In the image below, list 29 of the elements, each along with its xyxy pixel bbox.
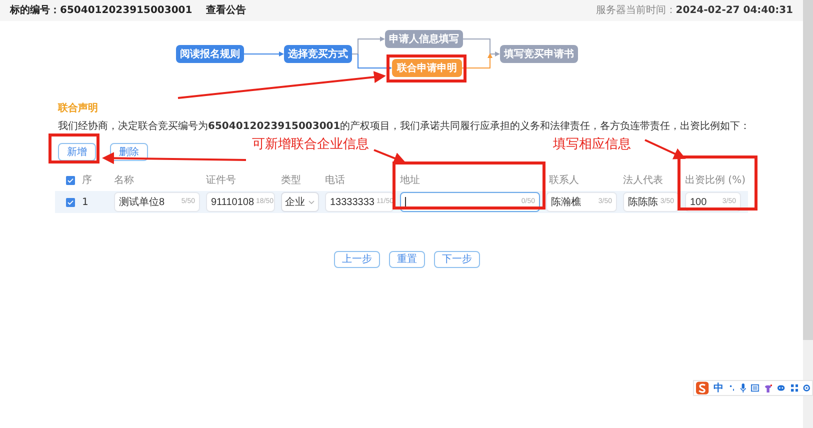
view-notice-link[interactable]: 查看公告 [206,3,246,18]
flow-step: 阅读报名规则 [176,45,244,63]
flow-step: 申请人信息填写 [385,30,463,48]
next-step-button[interactable]: 下一步 [434,251,480,268]
statement-text: 我们经协商，决定联合竞买编号为6504012023915003001的产权项目，我们承诺共同履行应承担的义务和法律责任，各方负连带责任，出资比例如下： [58,120,752,134]
column-header: 证件号 [206,174,236,186]
reset-button[interactable]: 重置 [389,251,425,268]
add-button[interactable]: 新增 [58,143,96,161]
annotation-text: 填写相应信息 [553,137,631,153]
column-header: 联系人 [549,174,579,186]
flow-step: 选择竞买方式 [284,45,352,63]
previous-step-button[interactable]: 上一步 [334,251,380,268]
column-header: 法人代表 [623,174,663,186]
column-header: 电话 [325,174,345,186]
flow-step: 填写竞买申请书 [500,45,578,63]
section-title: 联合声明 [58,102,99,116]
column-header: 序 [82,174,92,186]
annotation-text: 可新增联合企业信息 [252,137,369,153]
flow-step: 联合申请申明 [392,59,462,77]
column-header: 名称 [114,174,134,186]
server-time-label: 服务器当前时间： [596,4,676,18]
column-header: 类型 [281,174,301,186]
column-header: 出资比例 (%) [685,174,746,186]
input-mode-toggle[interactable]: 中 [714,380,724,396]
server-time: 2024-02-27 04:40:31 [676,4,793,18]
row-number: 1 [82,196,88,208]
type-select[interactable]: 企业 [281,192,319,212]
project-code: 标的编号：6504012023915003001 [10,4,192,18]
column-header: 地址 [400,174,420,186]
